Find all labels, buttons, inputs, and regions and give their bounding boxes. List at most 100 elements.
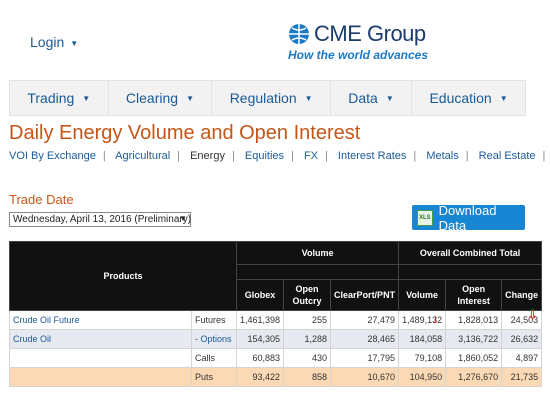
clearport-cell: 28,465 <box>330 329 400 349</box>
main-nav: Trading ▼ Clearing ▼ Regulation ▼ Data ▼ Edu… <box>9 80 526 116</box>
xls-file-icon: XLS <box>417 209 433 226</box>
nav-clearing[interactable]: Clearing ▼ <box>109 81 213 115</box>
outcry-cell: 1,288 <box>283 329 332 349</box>
product-cell <box>9 367 192 387</box>
globex-cell: 154,305 <box>235 329 285 349</box>
change-cell: 26,632 <box>501 329 543 349</box>
logo-tagline: How the world advances <box>288 48 429 62</box>
nav-label: Clearing <box>125 90 179 106</box>
volume-table: Products Volume Overall Combined Total G… <box>9 241 543 387</box>
link-agricultural[interactable]: Agricultural <box>115 150 170 162</box>
product-cell[interactable]: Crude Oil <box>9 329 192 349</box>
separator: | <box>231 150 235 162</box>
col-clearport: ClearPort/PNT <box>330 279 400 311</box>
link-fx[interactable]: FX <box>304 150 318 162</box>
globex-cell: 60,883 <box>235 348 285 368</box>
chevron-down-icon: ▼ <box>82 93 91 103</box>
outcry-cell: 858 <box>283 367 332 387</box>
volume-cell: 1,489,132 <box>398 310 447 330</box>
header-overall-combined: Overall Combined Total <box>398 241 543 265</box>
asset-class-links: VOI By Exchange | Agricultural | Energy | E… <box>9 150 550 166</box>
link-equities[interactable]: Equities <box>245 150 284 162</box>
outcry-cell: 430 <box>283 348 332 368</box>
separator: | <box>413 150 417 162</box>
nav-regulation[interactable]: Regulation ▼ <box>212 81 331 115</box>
col-open-outcry: Open Outcry <box>283 279 332 311</box>
table-row: Crude Oil - Options 154,305 1,288 28,465… <box>9 329 543 349</box>
change-cell: 21,735 <box>501 367 543 387</box>
nav-label: Data <box>348 90 378 106</box>
chevron-down-icon: ▼ <box>385 93 394 103</box>
product-cell <box>9 348 192 368</box>
nav-trading[interactable]: Trading ▼ <box>10 81 109 115</box>
outcry-cell: 255 <box>283 310 332 330</box>
nav-education[interactable]: Education ▼ <box>412 81 525 115</box>
separator: | <box>542 150 546 162</box>
header-products: Products <box>9 241 237 311</box>
volume-cell: 104,950 <box>398 367 447 387</box>
login-menu[interactable]: Login ▼ <box>30 34 78 50</box>
col-globex: Globex <box>235 279 285 311</box>
link-energy-active: Energy <box>190 150 225 162</box>
col-change: Change <box>501 279 543 311</box>
red-down-arrow-icon: ↓ <box>432 311 439 326</box>
header-spacer <box>235 264 400 280</box>
separator: | <box>291 150 294 162</box>
separator: | <box>177 150 181 162</box>
cme-logo[interactable]: CME Group How the world advances <box>288 20 438 65</box>
type-cell: Calls <box>191 348 237 368</box>
link-real-estate[interactable]: Real Estate <box>479 150 536 162</box>
nav-label: Regulation <box>229 90 297 106</box>
oi-cell: 1,276,670 <box>445 367 503 387</box>
nav-label: Education <box>429 90 492 106</box>
nav-label: Trading <box>27 90 75 106</box>
nav-data[interactable]: Data ▼ <box>331 81 413 115</box>
volume-cell: 184,058 <box>398 329 447 349</box>
globex-cell: 1,461,398 <box>235 310 285 330</box>
clearport-cell: 10,670 <box>330 367 400 387</box>
product-link[interactable]: Crude Oil Future <box>13 315 80 325</box>
logo-name: CME Group <box>314 21 426 46</box>
header-volume: Volume <box>235 241 400 265</box>
download-data-label: Download Data <box>438 202 497 233</box>
type-cell[interactable]: - Options <box>191 329 237 349</box>
header: Login ▼ CME Group How the world advances <box>0 0 550 78</box>
trade-date-value: Wednesday, April 13, 2016 (Preliminary) <box>13 214 192 225</box>
page-title: Daily Energy Volume and Open Interest <box>9 122 361 144</box>
header-row-1: Products Volume Overall Combined Total <box>9 241 543 311</box>
login-label[interactable]: Login <box>30 34 64 50</box>
globex-cell: 93,422 <box>235 367 285 387</box>
clearport-cell: 27,479 <box>330 310 400 330</box>
red-down-arrow-icon: ⇩ <box>527 307 538 322</box>
separator: | <box>102 150 106 162</box>
options-link[interactable]: - Options <box>195 334 232 344</box>
link-interest-rates[interactable]: Interest Rates <box>338 150 406 162</box>
chevron-down-icon: ▼ <box>499 93 508 103</box>
volume-cell: 79,108 <box>398 348 447 368</box>
col-open-interest: Open Interest <box>445 279 503 311</box>
clearport-cell: 17,795 <box>330 348 400 368</box>
trade-date-label: Trade Date <box>9 192 74 207</box>
chevron-down-icon: ▼ <box>304 93 313 103</box>
type-cell: Puts <box>191 367 237 387</box>
table-row: Calls 60,883 430 17,795 79,108 1,860,052… <box>9 348 543 368</box>
oi-cell: 1,860,052 <box>445 348 503 368</box>
link-metals[interactable]: Metals <box>426 150 458 162</box>
product-cell[interactable]: Crude Oil Future <box>9 310 192 330</box>
trade-date-select[interactable]: Wednesday, April 13, 2016 (Preliminary) … <box>9 212 191 227</box>
oi-cell: 1,828,013 <box>445 310 503 330</box>
table-row: Crude Oil Future Futures 1,461,398 255 2… <box>9 310 543 330</box>
download-data-button[interactable]: XLS Download Data <box>412 202 525 233</box>
globe-logo-icon <box>289 24 309 44</box>
type-cell: Futures <box>191 310 237 330</box>
chevron-down-icon: ▼ <box>70 38 79 48</box>
link-voi-by-exchange[interactable]: VOI By Exchange <box>9 150 96 162</box>
dropdown-arrow-icon: ▼ <box>179 214 187 223</box>
separator: | <box>465 150 469 162</box>
product-link[interactable]: Crude Oil <box>13 334 51 344</box>
header-spacer <box>398 264 543 280</box>
col-volume: Volume <box>398 279 447 311</box>
separator: | <box>325 150 328 162</box>
change-cell: 4,897 <box>501 348 543 368</box>
oi-cell: 3,136,722 <box>445 329 503 349</box>
